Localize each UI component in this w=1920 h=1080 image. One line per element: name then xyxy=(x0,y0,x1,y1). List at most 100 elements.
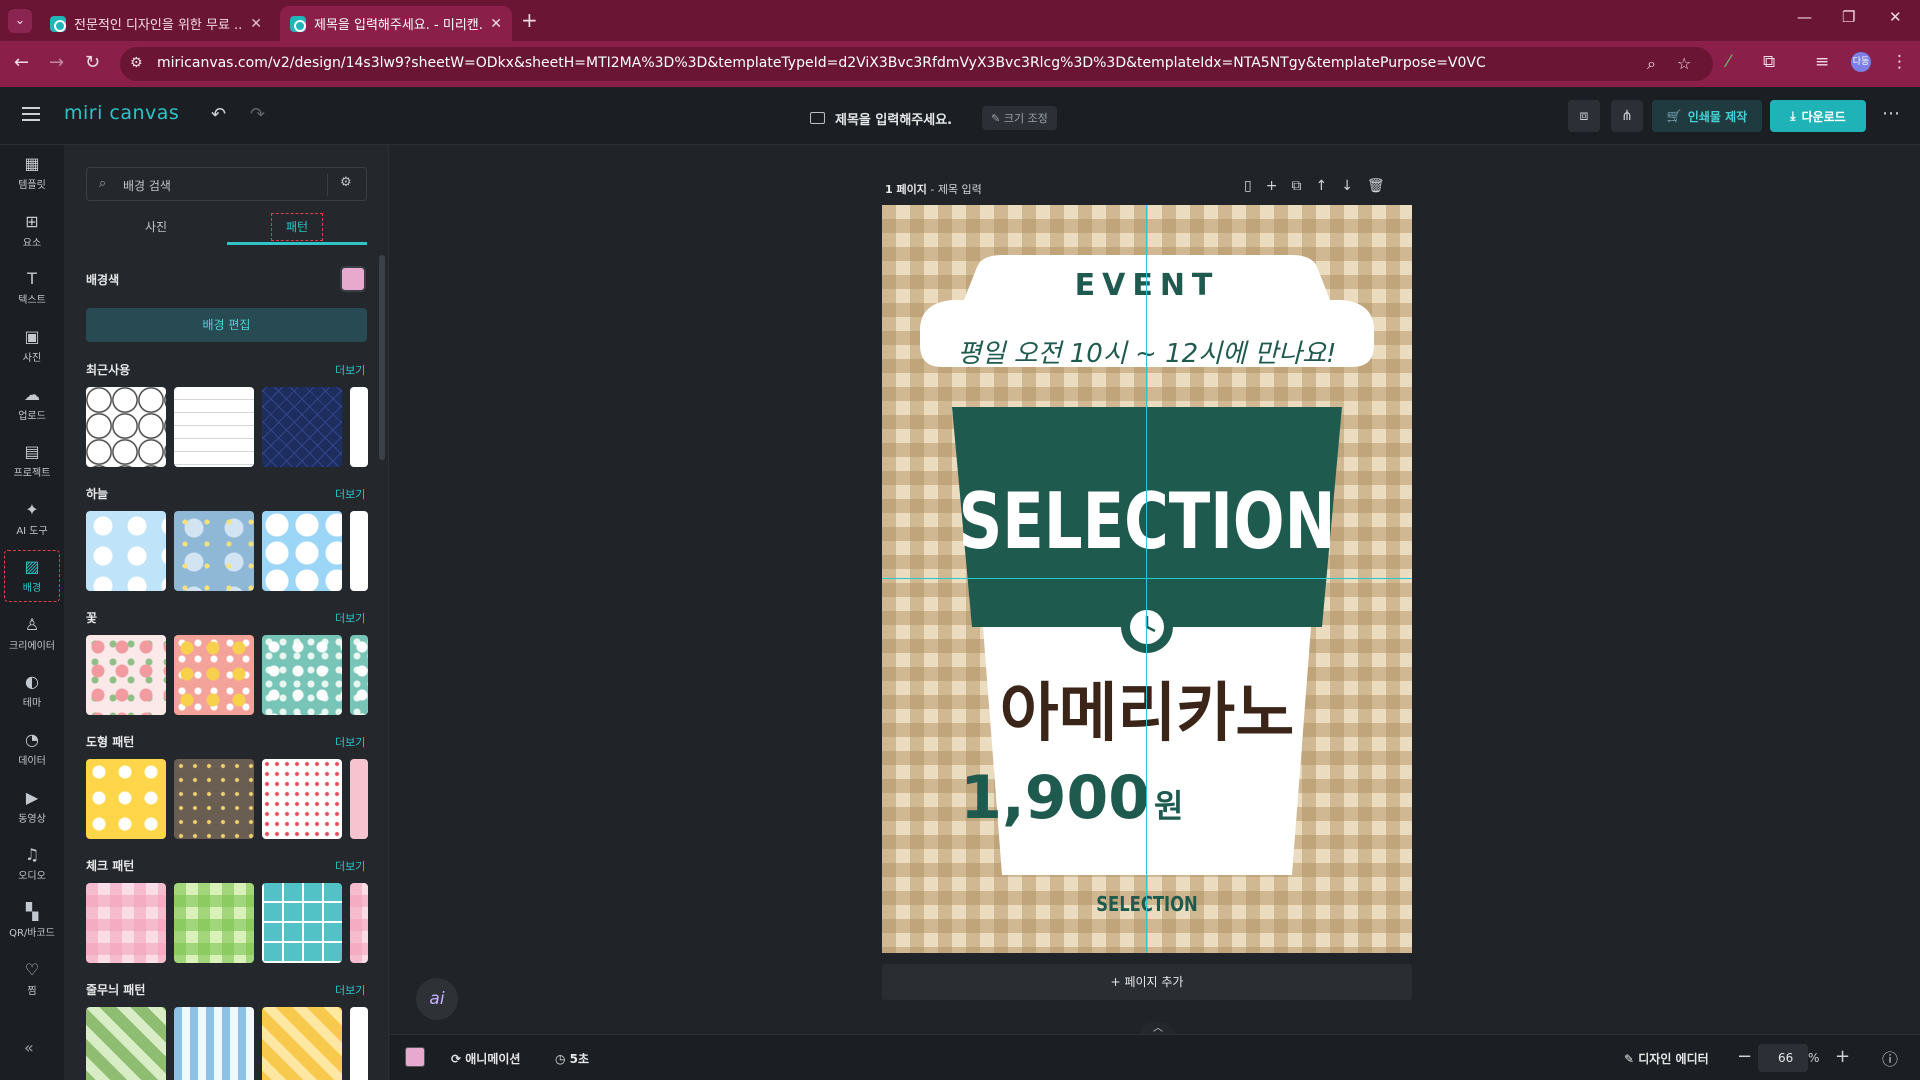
rail-item-background[interactable]: ▨ 배경 xyxy=(4,550,60,602)
site-info-icon[interactable]: ⚙ xyxy=(130,55,143,71)
pattern-thumb-hexagon[interactable] xyxy=(86,387,166,467)
pattern-thumb-partial[interactable] xyxy=(350,387,368,467)
pattern-thumb-yellow-stripes[interactable] xyxy=(262,1007,342,1080)
url-text[interactable]: miricanvas.com/v2/design/14s3lw9?sheetW=… xyxy=(157,55,1657,71)
folder-icon[interactable] xyxy=(810,112,825,124)
forward-arrow-icon[interactable]: → xyxy=(49,52,64,73)
duplicate-page-icon[interactable]: ⧉ xyxy=(1291,178,1301,194)
background-search-input[interactable]: ⌕ 배경 검색 ⚙ xyxy=(86,167,367,201)
pattern-thumb-night-sky[interactable] xyxy=(174,511,254,591)
collapse-panel-icon[interactable]: « xyxy=(24,1038,34,1057)
download-button[interactable]: ⤓ 다운로드 xyxy=(1770,100,1866,132)
see-more-link[interactable]: 더보기 xyxy=(335,858,365,874)
rail-item-elements[interactable]: ⊞ 요소 xyxy=(4,205,60,257)
rail-item-photo[interactable]: ▣ 사진 xyxy=(4,320,60,372)
pattern-thumb-partial[interactable] xyxy=(350,1007,368,1080)
media-queue-icon[interactable]: ≡ xyxy=(1815,52,1829,72)
panel-scrollbar[interactable] xyxy=(379,255,385,460)
animation-button[interactable]: ⟳ 애니메이션 xyxy=(451,1050,520,1067)
resize-button[interactable]: ✎ 크기 조정 xyxy=(982,106,1057,130)
browser-tab-2[interactable]: 제목을 입력해주세요. - 미리캔... ✕ xyxy=(280,6,512,41)
more-options-icon[interactable]: ⋯ xyxy=(1882,103,1900,124)
pattern-thumb-partial[interactable] xyxy=(350,635,368,715)
page-title-input[interactable]: 제목 입력 xyxy=(938,183,982,196)
help-icon[interactable]: ⓘ xyxy=(1882,1046,1898,1070)
page-color-swatch[interactable] xyxy=(405,1047,425,1067)
reload-icon[interactable]: ↻ xyxy=(85,52,100,73)
rail-item-creator[interactable]: ♙ 크리에이터 xyxy=(4,608,60,660)
new-tab-plus-icon[interactable]: + xyxy=(521,8,538,32)
see-more-link[interactable]: 더보기 xyxy=(335,362,365,378)
pattern-thumb-brown-dots[interactable] xyxy=(174,759,254,839)
pattern-thumb-blue-stripes[interactable] xyxy=(174,1007,254,1080)
back-arrow-icon[interactable]: ← xyxy=(14,52,29,73)
rail-item-audio[interactable]: ♫ 오디오 xyxy=(4,838,60,890)
pattern-thumb-partial[interactable] xyxy=(350,759,368,839)
add-page-plus-icon[interactable]: + xyxy=(1266,178,1278,194)
delete-page-icon[interactable]: 🗑 xyxy=(1367,178,1385,194)
close-tab-icon[interactable]: ✕ xyxy=(250,16,262,32)
design-editor-button[interactable]: ✎ 디자인 에디터 xyxy=(1624,1050,1709,1067)
move-up-icon[interactable]: ↑ xyxy=(1315,178,1327,194)
browser-tab-1[interactable]: 전문적인 디자인을 위한 무료 ... ✕ xyxy=(40,6,272,41)
filter-sliders-icon[interactable]: ⚙ xyxy=(340,175,352,190)
omnibox[interactable]: ⚙ miricanvas.com/v2/design/14s3lw9?sheet… xyxy=(120,47,1713,81)
zoom-value[interactable]: 66 xyxy=(1778,1051,1793,1065)
rail-item-qr[interactable]: ▚ QR/바코드 xyxy=(4,895,60,947)
close-tab-icon[interactable]: ✕ xyxy=(490,16,502,32)
pattern-thumb-green-stripes[interactable] xyxy=(86,1007,166,1080)
pattern-thumb-coral-flowers[interactable] xyxy=(174,635,254,715)
pattern-thumb-green-check[interactable] xyxy=(174,883,254,963)
pattern-thumb-pink-flowers[interactable] xyxy=(86,635,166,715)
hamburger-menu-icon[interactable] xyxy=(22,107,40,121)
rail-item-text[interactable]: T 텍스트 xyxy=(4,262,60,314)
rail-item-theme[interactable]: ◐ 테마 xyxy=(4,665,60,717)
pattern-thumb-navy-lattice[interactable] xyxy=(262,387,342,467)
rail-item-template[interactable]: ▦ 템플릿 xyxy=(4,147,60,199)
zoom-out-icon[interactable]: − xyxy=(1737,1046,1752,1067)
rail-item-ai-tools[interactable]: ✦ AI 도구 xyxy=(4,493,60,545)
see-more-link[interactable]: 더보기 xyxy=(335,486,365,502)
background-color-swatch[interactable] xyxy=(340,266,366,292)
pattern-thumb-partial[interactable] xyxy=(350,883,368,963)
zoom-in-icon[interactable]: + xyxy=(1835,1046,1850,1067)
pattern-thumb-sky-clouds[interactable] xyxy=(86,511,166,591)
minimize-icon[interactable]: — xyxy=(1797,8,1812,26)
design-page[interactable]: EVENT 평일 오전 10시 ~ 12시에 만나요! SELECTION 아메… xyxy=(882,205,1412,953)
close-window-icon[interactable]: ✕ xyxy=(1889,8,1902,26)
edit-background-button[interactable]: 배경 편집 xyxy=(86,308,367,342)
rail-item-project[interactable]: ▤ 프로젝트 xyxy=(4,435,60,487)
move-down-icon[interactable]: ↓ xyxy=(1341,178,1353,194)
browser-menu-icon[interactable]: ⋮ xyxy=(1891,52,1908,72)
tab-list-chevron-icon[interactable]: ⌄ xyxy=(8,9,32,33)
pattern-thumb-mint-flowers[interactable] xyxy=(262,635,342,715)
extension-pen-icon[interactable]: ⁄ xyxy=(1727,52,1730,72)
page-memo-icon[interactable]: ▯ xyxy=(1244,178,1252,194)
tab-pattern[interactable]: 패턴 xyxy=(227,213,367,245)
add-page-button[interactable]: + 페이지 추가 xyxy=(882,964,1412,1000)
share-icon[interactable]: ⋔ xyxy=(1611,100,1643,132)
zoom-lens-icon[interactable]: ⌕ xyxy=(1647,54,1656,74)
miricanvas-logo[interactable]: miri canvas xyxy=(64,102,179,124)
rail-item-data[interactable]: ◔ 데이터 xyxy=(4,723,60,775)
bookmark-star-icon[interactable]: ☆ xyxy=(1677,54,1691,73)
see-more-link[interactable]: 더보기 xyxy=(335,734,365,750)
redo-icon[interactable]: ↷ xyxy=(250,104,265,125)
rail-item-video[interactable]: ▶ 동영상 xyxy=(4,781,60,833)
ai-assistant-button[interactable]: ai xyxy=(416,978,458,1020)
save-status-icon[interactable]: ⧈ xyxy=(1568,100,1600,132)
extensions-puzzle-icon[interactable]: ⧉ xyxy=(1763,52,1775,72)
print-order-button[interactable]: 🛒 인쇄물 제작 xyxy=(1652,100,1762,132)
pattern-thumb-yellow-dots[interactable] xyxy=(86,759,166,839)
pattern-thumb-lines[interactable] xyxy=(174,387,254,467)
pattern-thumb-red-dots[interactable] xyxy=(262,759,342,839)
tab-photo[interactable]: 사진 xyxy=(86,213,226,245)
document-title[interactable]: 제목을 입력해주세요. xyxy=(835,109,952,128)
rail-item-upload[interactable]: ☁ 업로드 xyxy=(4,378,60,430)
undo-icon[interactable]: ↶ xyxy=(211,104,226,125)
duration-button[interactable]: ◷ 5초 xyxy=(555,1050,589,1067)
pattern-thumb-clouds[interactable] xyxy=(262,511,342,591)
profile-avatar[interactable]: 다동 xyxy=(1851,52,1871,72)
rail-item-heart[interactable]: ♡ 찜 xyxy=(4,953,60,1005)
pattern-thumb-teal-grid[interactable] xyxy=(262,883,342,963)
